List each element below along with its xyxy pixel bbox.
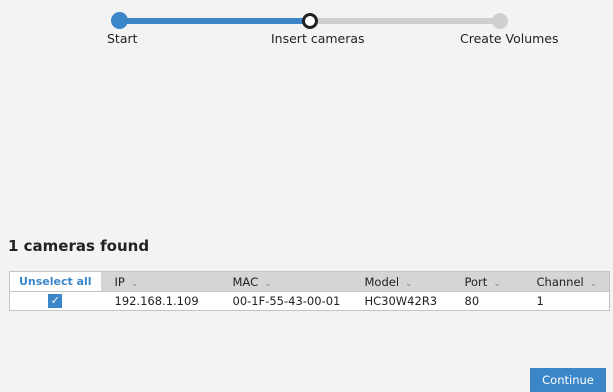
- column-header-label: Model: [364, 274, 400, 289]
- cell-mac: 00-1F-55-43-00-01: [218, 291, 351, 311]
- column-header-label: MAC: [232, 274, 259, 289]
- cell-port: 80: [450, 291, 523, 311]
- step-start-label: Start: [107, 31, 138, 46]
- column-header-label: Port: [464, 274, 488, 289]
- column-header-mac[interactable]: MAC ⌄: [218, 271, 351, 292]
- cell-channel: 1: [522, 291, 610, 311]
- row-select-cell[interactable]: ✓: [9, 291, 101, 311]
- chevron-down-icon: ⌄: [493, 278, 501, 289]
- column-header-label: IP: [114, 274, 125, 289]
- step-create-volumes-dot: [492, 13, 508, 29]
- column-header-model[interactable]: Model ⌄: [350, 271, 451, 292]
- table-header-row: Unselect all IP ⌄ MAC ⌄ Model ⌄ Port ⌄ Chann…: [9, 271, 610, 292]
- unselect-all-button[interactable]: Unselect all: [9, 271, 101, 292]
- progress-track-pending: [310, 18, 500, 24]
- wizard-stepper: Start Insert cameras Create Volumes: [0, 0, 613, 60]
- chevron-down-icon: ⌄: [589, 278, 598, 289]
- chevron-down-icon: ⌄: [264, 278, 272, 289]
- step-insert-cameras-dot: [302, 13, 318, 29]
- progress-track-completed: [120, 18, 310, 24]
- step-start-dot: [111, 12, 128, 29]
- step-create-volumes-label: Create Volumes: [460, 31, 559, 46]
- cell-ip: 192.168.1.109: [100, 291, 219, 311]
- step-insert-cameras-label: Insert cameras: [271, 31, 365, 46]
- column-header-ip[interactable]: IP ⌄: [100, 271, 219, 292]
- continue-button[interactable]: Continue: [530, 368, 606, 392]
- camera-table: Unselect all IP ⌄ MAC ⌄ Model ⌄ Port ⌄ Chann…: [9, 271, 610, 311]
- chevron-down-icon: ⌄: [405, 278, 413, 289]
- column-header-channel[interactable]: Channel ⌄: [522, 271, 610, 292]
- column-header-port[interactable]: Port ⌄: [450, 271, 523, 292]
- checkmark-icon[interactable]: ✓: [48, 294, 63, 309]
- table-row[interactable]: ✓ 192.168.1.109 00-1F-55-43-00-01 HC30W4…: [9, 291, 610, 311]
- chevron-down-icon: ⌄: [130, 278, 139, 289]
- cameras-found-heading: 1 cameras found: [8, 237, 150, 255]
- column-header-label: Channel: [536, 274, 584, 289]
- cell-model: HC30W42R3: [350, 291, 451, 311]
